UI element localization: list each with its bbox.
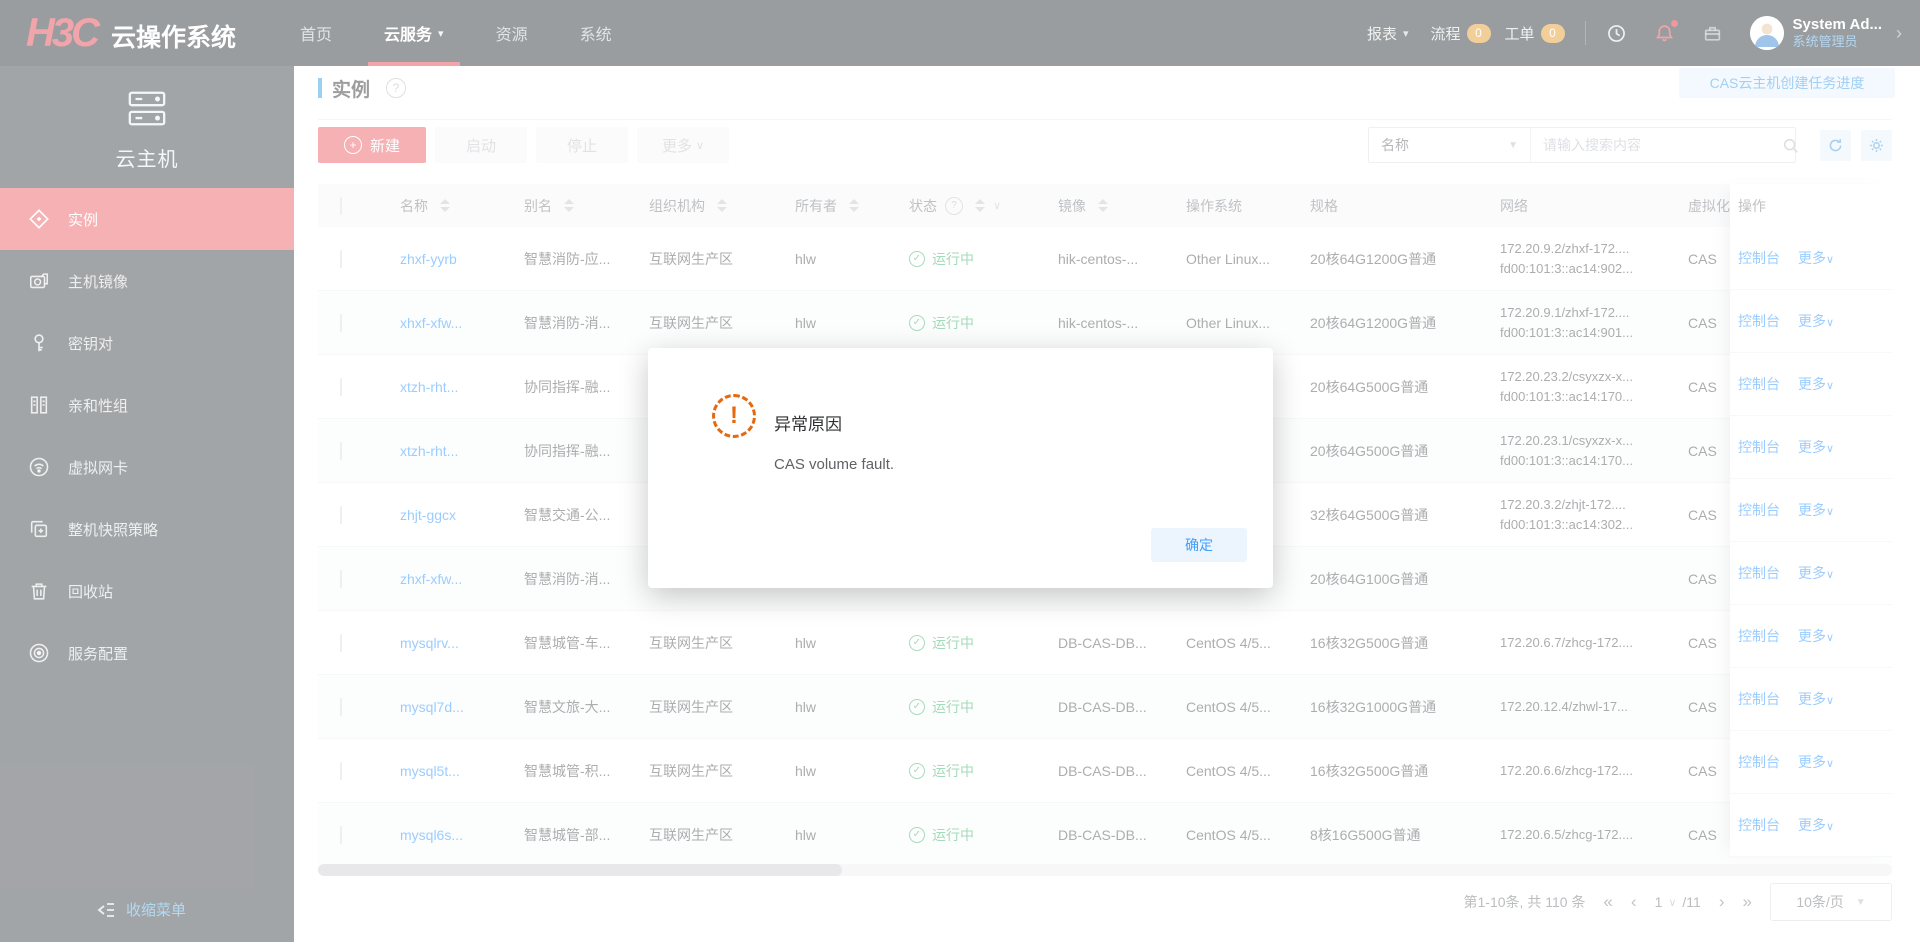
warning-circle-icon: ! bbox=[712, 394, 756, 438]
modal-message: CAS volume fault. bbox=[774, 456, 895, 473]
modal-ok-button[interactable]: 确定 bbox=[1151, 528, 1247, 562]
exception-reason-modal: ! 异常原因 CAS volume fault. 确定 bbox=[648, 348, 1273, 588]
screen: H3C 云操作系统 首页云服务▾资源系统 报表 ▾ 流程 0 工单 0 bbox=[0, 0, 1920, 942]
modal-title: 异常原因 bbox=[774, 415, 842, 434]
